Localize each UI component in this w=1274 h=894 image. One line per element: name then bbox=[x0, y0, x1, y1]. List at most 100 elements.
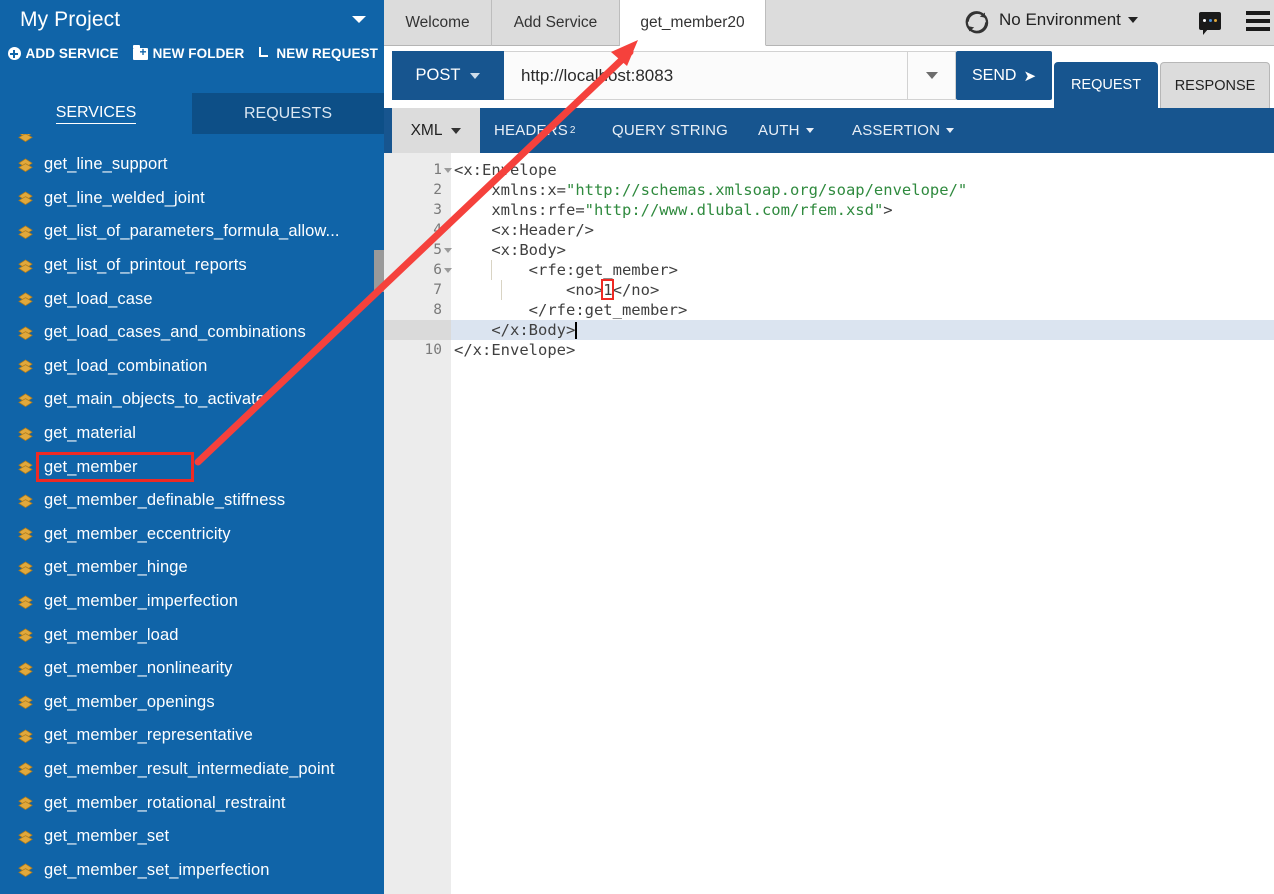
code-line[interactable]: <x:Header/> bbox=[454, 220, 594, 240]
fold-toggle-icon[interactable] bbox=[444, 168, 452, 173]
diamond-icon bbox=[18, 359, 33, 374]
tab-services[interactable]: SERVICES bbox=[0, 93, 192, 134]
list-item[interactable]: get_member_set bbox=[0, 820, 384, 854]
tab-add-service-label: Add Service bbox=[513, 14, 598, 31]
diamond-icon bbox=[18, 527, 33, 542]
refresh-icon[interactable] bbox=[964, 9, 990, 35]
diamond-icon bbox=[18, 729, 33, 743]
active-line-gutter-highlight bbox=[384, 320, 451, 340]
diamond-icon bbox=[18, 134, 33, 143]
code-line[interactable]: xmlns:x="http://schemas.xmlsoap.org/soap… bbox=[454, 180, 967, 200]
fold-toggle-icon[interactable] bbox=[444, 268, 452, 273]
diamond-icon bbox=[18, 393, 33, 407]
url-input[interactable]: http://localhost:8083 bbox=[504, 51, 908, 100]
list-item[interactable]: get_main_objects_to_activate bbox=[0, 383, 384, 417]
xml-code-editor[interactable]: 12345678910 <x:Envelope xmlns:x="http://… bbox=[384, 153, 1274, 894]
environment-selector[interactable]: No Environment bbox=[999, 10, 1138, 30]
diamond-icon bbox=[18, 494, 33, 508]
list-item[interactable]: get_member_result_intermediate_point bbox=[0, 753, 384, 787]
tab-assertion[interactable]: ASSERTION bbox=[852, 108, 955, 153]
tab-headers[interactable]: HEADERS 2 bbox=[494, 108, 576, 153]
code-line[interactable]: <no>1</no> bbox=[454, 280, 659, 300]
list-item[interactable]: get_member_nonlinearity bbox=[0, 652, 384, 686]
list-item[interactable]: get_member_openings bbox=[0, 686, 384, 720]
list-item[interactable]: get_line_support bbox=[0, 148, 384, 182]
tab-services-label: SERVICES bbox=[55, 104, 137, 124]
tab-auth[interactable]: AUTH bbox=[758, 108, 814, 153]
new-folder-button[interactable]: NEW FOLDER bbox=[132, 44, 245, 61]
sidebar: My Project ADD SERVICE NEW FOLDER NEW RE… bbox=[0, 0, 384, 894]
plus-circle-icon bbox=[7, 47, 21, 60]
list-item[interactable]: get_load_cases_and_combinations bbox=[0, 316, 384, 350]
line-number: 7 bbox=[433, 282, 442, 298]
list-item[interactable]: get_member_load bbox=[0, 618, 384, 652]
list-item[interactable]: get_member_representative bbox=[0, 719, 384, 753]
diamond-icon bbox=[18, 863, 33, 878]
tab-request[interactable]: REQUEST bbox=[1054, 62, 1158, 108]
tab-add-service[interactable]: Add Service bbox=[492, 0, 620, 46]
list-item-label: get_line_welded_joint bbox=[44, 188, 205, 207]
headers-count-badge: 2 bbox=[569, 125, 576, 136]
list-item-label: get_member_result_intermediate_point bbox=[44, 759, 335, 778]
list-item-label: get_member_openings bbox=[44, 692, 215, 711]
list-item-label: get_member_load bbox=[44, 625, 179, 644]
list-item[interactable]: get_member_eccentricity bbox=[0, 518, 384, 552]
tab-welcome[interactable]: Welcome bbox=[384, 0, 492, 46]
list-item[interactable]: get_load_combination bbox=[0, 350, 384, 384]
code-line[interactable]: </x:Envelope> bbox=[454, 340, 575, 360]
tab-xml-label: XML bbox=[410, 121, 443, 139]
list-item-label: get_member_definable_stiffness bbox=[44, 491, 286, 510]
list-item-label: get_material bbox=[44, 424, 136, 443]
send-button[interactable]: SEND ➤ bbox=[956, 51, 1052, 100]
tab-requests[interactable]: REQUESTS bbox=[192, 93, 384, 134]
list-item[interactable]: get_load_case bbox=[0, 282, 384, 316]
menu-line-3 bbox=[1246, 27, 1270, 31]
new-request-icon bbox=[258, 47, 271, 60]
tab-query-string[interactable]: QUERY STRING bbox=[612, 108, 728, 153]
list-item[interactable]: get_member_set_imperfection bbox=[0, 853, 384, 887]
editor-gutter: 12345678910 bbox=[384, 153, 452, 894]
list-item[interactable]: get_line_welded_joint bbox=[0, 182, 384, 216]
fold-toggle-icon[interactable] bbox=[444, 248, 452, 253]
new-request-label: NEW REQUEST bbox=[276, 46, 378, 61]
list-item-label: get_member_hinge bbox=[44, 558, 188, 577]
service-list[interactable]: get_line_support get_line_welded_jointget… bbox=[0, 134, 384, 894]
code-line[interactable]: <x:Body> bbox=[454, 240, 566, 260]
add-service-button[interactable]: ADD SERVICE bbox=[7, 46, 119, 61]
list-item[interactable]: get_member_imperfection bbox=[0, 585, 384, 619]
code-line[interactable]: <rfe:get_member> bbox=[454, 260, 678, 280]
sidebar-scrollbar[interactable] bbox=[374, 134, 384, 894]
tab-get-member20[interactable]: get_member20 bbox=[620, 0, 766, 46]
diamond-icon bbox=[18, 628, 33, 643]
list-item-partial[interactable] bbox=[0, 134, 384, 148]
code-line[interactable]: xmlns:rfe="http://www.dlubal.com/rfem.xs… bbox=[454, 200, 892, 220]
chat-dot-2 bbox=[1208, 19, 1212, 22]
sidebar-scrollbar-thumb[interactable] bbox=[374, 250, 384, 292]
new-request-button[interactable]: NEW REQUEST bbox=[258, 46, 378, 61]
chat-dot-3 bbox=[1214, 19, 1217, 22]
folder-plus-icon bbox=[132, 44, 148, 60]
list-item[interactable]: get_member_hinge bbox=[0, 551, 384, 585]
list-item[interactable]: get_list_of_printout_reports bbox=[0, 249, 384, 283]
list-item[interactable]: get_member_definable_stiffness bbox=[0, 484, 384, 518]
tab-xml[interactable]: XML bbox=[392, 108, 480, 153]
chevron-down-icon[interactable] bbox=[352, 16, 366, 23]
chat-bubble-icon[interactable] bbox=[1199, 12, 1221, 35]
url-history-dropdown[interactable] bbox=[908, 51, 956, 100]
top-tabbar: Welcome Add Service get_member20 No Envi… bbox=[384, 0, 1274, 46]
http-method-selector[interactable]: POST bbox=[392, 51, 504, 100]
diamond-icon bbox=[18, 191, 33, 206]
add-service-label: ADD SERVICE bbox=[25, 46, 119, 61]
list-item[interactable]: get_list_of_parameters_formula_allow... bbox=[0, 215, 384, 249]
code-line[interactable]: </rfe:get_member> bbox=[454, 300, 688, 320]
code-line[interactable]: </x:Body> bbox=[454, 320, 575, 340]
list-item[interactable]: get_material bbox=[0, 417, 384, 451]
request-body-tabs: XML HEADERS 2 QUERY STRING AUTH ASSERTIO… bbox=[384, 108, 1274, 153]
code-line[interactable]: <x:Envelope bbox=[454, 160, 557, 180]
list-item-label: get_load_combination bbox=[44, 356, 208, 375]
line-number: 10 bbox=[424, 342, 442, 358]
hamburger-menu-icon[interactable] bbox=[1246, 11, 1270, 31]
sidebar-item-get-member[interactable]: get_member bbox=[0, 450, 384, 484]
tab-response[interactable]: RESPONSE bbox=[1160, 62, 1270, 108]
list-item[interactable]: get_member_rotational_restraint bbox=[0, 786, 384, 820]
